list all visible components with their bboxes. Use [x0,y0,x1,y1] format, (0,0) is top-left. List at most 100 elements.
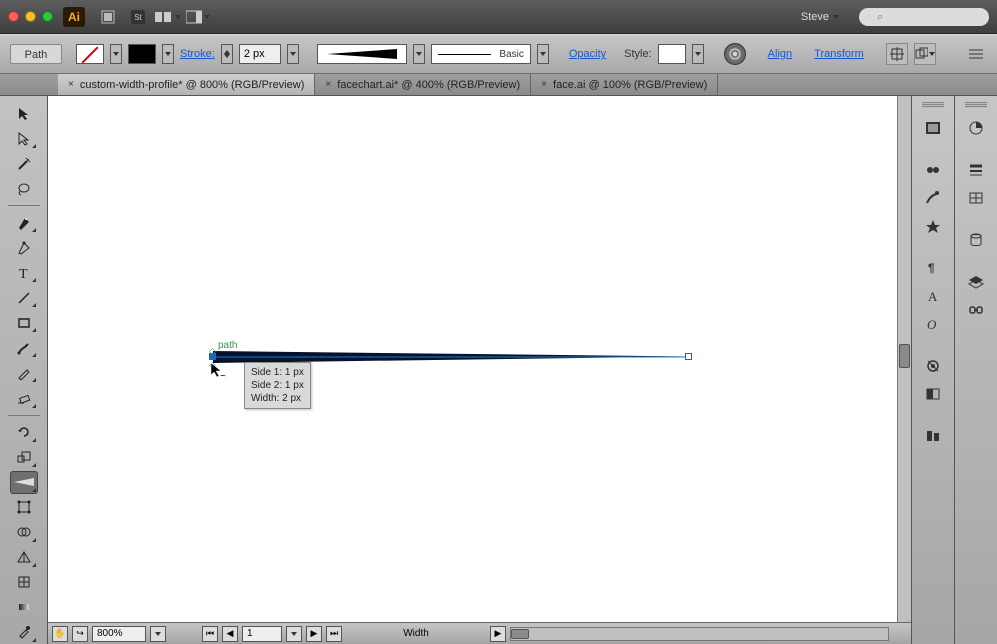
stroke-weight-stepper[interactable] [221,44,233,64]
opacity-label[interactable]: Opacity [569,48,606,60]
close-tab-icon[interactable]: × [68,79,74,90]
canvas[interactable]: path ◇ ◇ ~ Side 1: 1 px Side 2: 1 px Wid… [48,96,897,622]
align-panel-icon[interactable] [918,422,948,450]
window-minimize[interactable] [25,11,36,22]
line-segment-tool[interactable] [10,286,38,309]
rectangle-tool[interactable] [10,311,38,334]
shape-builder-tool[interactable] [10,521,38,544]
arrange-documents-icon[interactable] [155,6,181,28]
free-transform-tool[interactable] [10,496,38,519]
horizontal-scroll-thumb[interactable] [511,629,529,639]
eyedropper-tool[interactable] [10,621,38,644]
hand-tool-shortcut[interactable]: ✋ [52,626,68,642]
eraser-tool[interactable] [10,386,38,409]
magic-wand-tool[interactable] [10,152,38,175]
search-input[interactable] [877,11,981,23]
stroke-swatch[interactable] [128,44,156,64]
character-panel-icon[interactable]: A [918,282,948,310]
artboard-dropdown[interactable] [286,626,302,642]
symbols-panel-icon[interactable] [918,212,948,240]
stroke-panel-icon[interactable]: ¶ [918,254,948,282]
next-artboard-button[interactable]: ▶ [306,626,322,642]
perspective-grid-tool[interactable] [10,546,38,569]
prev-artboard-button[interactable]: ◀ [222,626,238,642]
fill-swatch[interactable] [76,44,104,64]
variable-width-profile[interactable] [317,44,407,64]
graphic-style-dropdown[interactable] [692,44,704,64]
status-menu-button[interactable]: ▶ [490,626,506,642]
first-artboard-button[interactable]: ⏮ [202,626,218,642]
gradient-tool[interactable] [10,596,38,619]
search-input-wrap[interactable]: ⌕ [859,8,989,26]
transform-link[interactable]: Transform [814,48,864,60]
svg-text:A: A [928,289,938,304]
scale-tool[interactable] [10,446,38,469]
stroke-weight-dropdown[interactable] [287,44,299,64]
app-logo: Ai [63,7,85,27]
color-panel-icon[interactable] [918,114,948,142]
stroke-dropdown[interactable] [162,44,174,64]
pencil-tool[interactable] [10,361,38,384]
stroke-panel-icon-2[interactable] [961,156,991,184]
horizontal-scrollbar[interactable] [510,627,889,641]
stroke-weight-input[interactable] [239,44,281,64]
type-tool[interactable]: T [10,261,38,284]
menu-bridge-icon[interactable] [95,6,121,28]
artboard-field[interactable]: 1 [242,626,282,642]
user-menu[interactable]: Steve [795,11,845,23]
document-tab[interactable]: × custom-width-profile* @ 800% (RGB/Prev… [58,74,315,95]
close-tab-icon[interactable]: × [541,79,547,90]
color-guide-panel-icon[interactable] [961,114,991,142]
transform-panel-icon[interactable] [961,184,991,212]
swatches-panel-icon[interactable] [918,156,948,184]
width-tool[interactable] [10,471,38,494]
libraries-panel-icon[interactable] [961,226,991,254]
dock-grip[interactable] [965,102,987,108]
zoom-field[interactable]: 800% [92,626,146,642]
dock-grip[interactable] [922,102,944,108]
current-tool-label: Width [346,628,486,639]
align-link[interactable]: Align [768,48,792,60]
isolate-button[interactable] [886,43,908,65]
rotate-tool[interactable] [10,420,38,443]
mesh-tool[interactable] [10,571,38,594]
appearance-panel-icon[interactable] [918,352,948,380]
direct-selection-tool[interactable] [10,127,38,150]
controlbar-menu-icon[interactable] [965,43,987,65]
fill-dropdown[interactable] [110,44,122,64]
close-tab-icon[interactable]: × [325,79,331,90]
smart-guide-label: path [216,340,239,351]
last-artboard-button[interactable]: ⏭ [326,626,342,642]
brush-definition-dropdown[interactable] [537,44,549,64]
window-zoom[interactable] [42,11,53,22]
curvature-tool[interactable] [10,236,38,259]
vertical-scroll-thumb[interactable] [899,344,910,368]
window-close[interactable] [8,11,19,22]
stroke-label[interactable]: Stroke: [180,48,215,60]
links-panel-icon[interactable] [961,296,991,324]
artboard-nav-icon[interactable]: ↪ [72,626,88,642]
zoom-dropdown[interactable] [150,626,166,642]
vertical-scrollbar[interactable] [897,96,911,622]
paintbrush-tool[interactable] [10,336,38,359]
anchor-point[interactable] [685,353,692,360]
lasso-tool[interactable] [10,177,38,200]
graphic-styles-panel-icon[interactable] [918,380,948,408]
document-tab[interactable]: × facechart.ai* @ 400% (RGB/Preview) [315,74,531,95]
document-tab[interactable]: × face.ai @ 100% (RGB/Preview) [531,74,718,95]
svg-text:¶: ¶ [928,261,935,275]
menu-stock-icon[interactable]: St [125,6,151,28]
width-point-marker[interactable]: ◇ [209,346,216,357]
opentype-panel-icon[interactable]: O [918,310,948,338]
workspace-switcher-icon[interactable] [185,6,211,28]
recolor-artwork-button[interactable] [724,43,746,65]
graphic-style[interactable] [658,44,686,64]
variable-width-dropdown[interactable] [413,44,425,64]
selection-tool[interactable] [10,102,38,125]
brushes-panel-icon[interactable] [918,184,948,212]
edit-clip-button[interactable] [914,43,936,65]
brush-definition-label: Basic [499,49,523,60]
layers-panel-icon[interactable] [961,268,991,296]
pen-tool[interactable] [10,211,38,234]
brush-definition[interactable]: Basic [431,44,531,64]
